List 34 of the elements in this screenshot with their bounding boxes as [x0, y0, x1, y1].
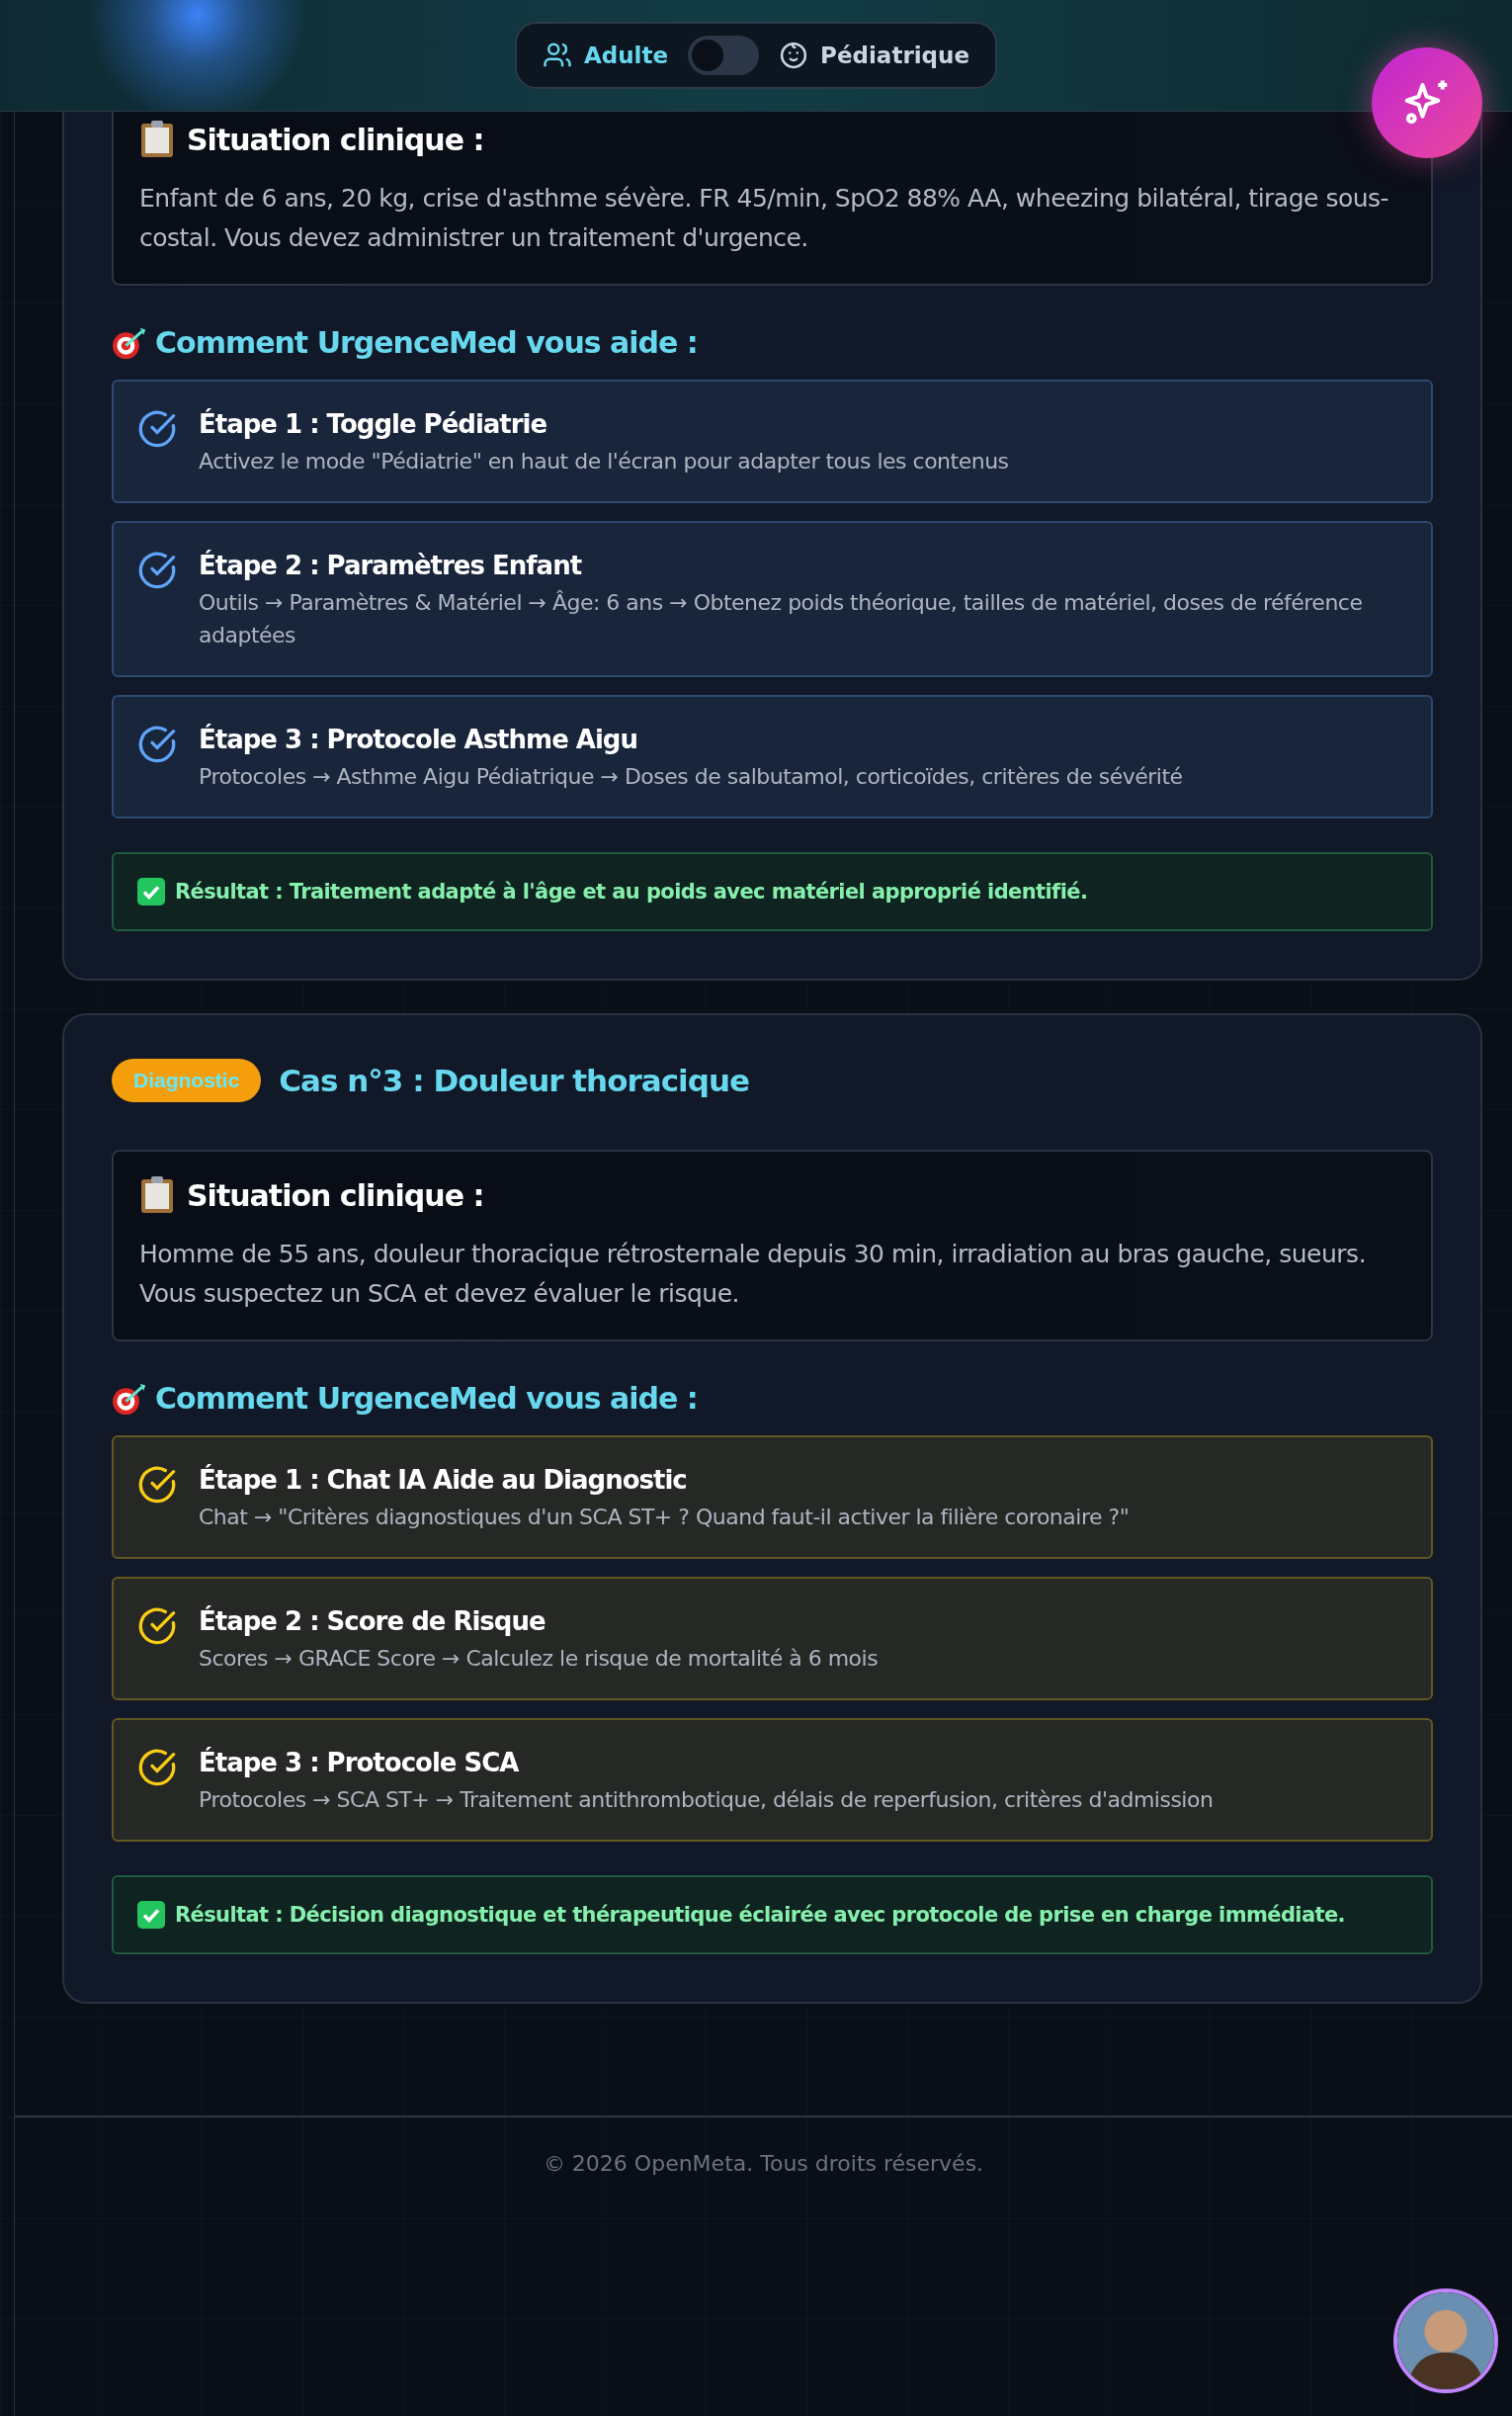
clipboard-icon [139, 120, 175, 159]
step-text: Scores → GRACE Score → Calculez le risque de mortalité à 6 mois [199, 1645, 879, 1673]
help-heading: Comment UrgenceMed vous aide : [155, 1381, 698, 1416]
step-text: Outils → Paramètres & Matériel → Âge: 6 ans → Obtenez poids théorique, tailles de matériel, doses de référence adaptées [199, 589, 1364, 649]
step-text: Chat → "Critères diagnostiques d'un SCA ST+ ? Quand faut-il activer la filière coronaire ?" [199, 1504, 1130, 1531]
situation-text: Homme de 55 ans, douleur thoracique rétrosternale depuis 30 min, irradiation au bras gauche, sueurs. Vous suspectez un SCA et devez évaluer le risque. [139, 1239, 1368, 1310]
check-box-icon [137, 878, 165, 906]
situation-title: Situation clinique : [187, 122, 484, 157]
baby-face-icon [779, 41, 809, 70]
step-title: Étape 2 : Score de Risque [199, 1606, 546, 1636]
step-title: Étape 3 : Protocole Asthme Aigu [199, 725, 638, 754]
situation-title: Situation clinique : [187, 1177, 484, 1213]
step-title: Étape 1 : Chat IA Aide au Diagnostic [199, 1465, 688, 1495]
ai-assistant-button[interactable] [1372, 47, 1482, 158]
help-heading: Comment UrgenceMed vous aide : [155, 325, 698, 360]
result-text: Résultat : Décision diagnostique et thérapeutique éclairée avec protocole de prise en charge immédiate. [175, 1903, 1345, 1927]
case-title: Cas n°3 : Douleur thoracique [279, 1063, 749, 1098]
toggle-switch[interactable] [688, 36, 760, 75]
step-text: Protocoles → SCA ST+ → Traitement antithrombotique, délais de reperfusion, critères d'admission [199, 1786, 1214, 1814]
dart-target-icon [112, 325, 147, 360]
mode-option[interactable]: Pédiatrique [779, 41, 970, 70]
copyright-text: © 2026 OpenMeta. Tous droits réservés. [543, 2151, 984, 2178]
dart-target-icon [112, 1381, 147, 1416]
situation-text: Enfant de 6 ans, 20 kg, crise d'asthme sévère. FR 45/min, SpO2 88% AA, wheezing bilatéral, tirage sous-costal. Vous devez administrer un traitement d'urgence. [139, 183, 1390, 254]
step-text: Activez le mode "Pédiatrie" en haut de l'écran pour adapter tous les contenus [199, 448, 1009, 475]
step-text: Protocoles → Asthme Aigu Pédiatrique → Doses de salbutamol, corticoïdes, critères de sévérité [199, 763, 1183, 791]
result-text: Résultat : Traitement adapté à l'âge et au poids avec matériel approprié identifié. [175, 880, 1088, 904]
check-box-icon [137, 1901, 165, 1929]
step-title: Étape 1 : Toggle Pédiatrie [199, 409, 548, 439]
step-title: Étape 2 : Paramètres Enfant [199, 551, 583, 580]
clipboard-icon [139, 1175, 175, 1215]
category-badge: Diagnostic [112, 1059, 262, 1102]
step-title: Étape 3 : Protocole SCA [199, 1748, 520, 1777]
mode-option[interactable]: Adulte [542, 41, 669, 70]
